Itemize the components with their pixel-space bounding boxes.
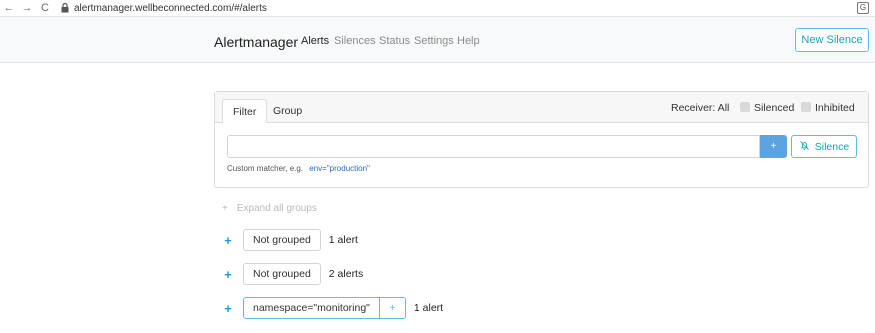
- bell-slash-icon: [799, 140, 810, 154]
- group-matcher-button: namespace="monitoring" +: [243, 297, 406, 319]
- group-label-button[interactable]: Not grouped: [243, 263, 321, 285]
- silence-button[interactable]: Silence: [791, 135, 857, 158]
- plus-icon: +: [222, 203, 228, 214]
- group-matcher-label[interactable]: namespace="monitoring": [244, 298, 380, 318]
- tab-group[interactable]: Group: [263, 99, 312, 123]
- alert-group: + Not grouped 2 alerts: [222, 263, 363, 285]
- forward-button[interactable]: →: [18, 0, 36, 17]
- inhibited-label: Inhibited: [815, 102, 855, 114]
- expand-group-icon[interactable]: +: [222, 267, 234, 282]
- app-navbar: Alertmanager Alerts Silences Status Sett…: [0, 17, 875, 63]
- silence-button-label: Silence: [814, 140, 850, 153]
- silenced-label: Silenced: [754, 102, 795, 114]
- nav-alerts[interactable]: Alerts: [301, 35, 329, 47]
- filter-input[interactable]: [227, 135, 760, 158]
- address-bar[interactable]: alertmanager.wellbeconnected.com/#/alert…: [74, 3, 267, 14]
- expand-group-icon[interactable]: +: [222, 233, 234, 248]
- reload-button[interactable]: C: [36, 0, 54, 17]
- new-silence-button[interactable]: New Silence: [795, 28, 869, 52]
- lock-icon: [60, 3, 70, 13]
- nav-help[interactable]: Help: [457, 35, 480, 47]
- nav-status[interactable]: Status: [379, 35, 410, 47]
- expand-group-icon[interactable]: +: [222, 301, 234, 316]
- alert-count: 2 alerts: [328, 268, 364, 280]
- expand-all-groups[interactable]: + Expand all groups: [222, 203, 317, 214]
- group-label-button[interactable]: Not grouped: [243, 229, 321, 251]
- back-button[interactable]: ←: [0, 0, 18, 17]
- hint-example: env="production": [309, 164, 370, 173]
- alert-count: 1 alert: [413, 302, 444, 314]
- silenced-checkbox[interactable]: [740, 102, 750, 112]
- browser-toolbar: ← → C alertmanager.wellbeconnected.com/#…: [0, 0, 875, 17]
- filter-card: Filter Group Receiver: All Silenced Inhi…: [214, 91, 869, 188]
- brand-logo[interactable]: Alertmanager: [214, 34, 298, 50]
- alert-group: + namespace="monitoring" + 1 alert: [222, 297, 443, 319]
- matcher-hint: Custom matcher, e.g. env="production": [227, 164, 370, 173]
- nav-silences[interactable]: Silences: [334, 35, 376, 47]
- receiver-selector[interactable]: Receiver: All: [671, 102, 729, 114]
- alert-group: + Not grouped 1 alert: [222, 229, 358, 251]
- add-matcher-to-filter-button[interactable]: +: [380, 298, 405, 318]
- nav-settings[interactable]: Settings: [414, 35, 454, 47]
- hint-text: Custom matcher, e.g.: [227, 164, 304, 173]
- filter-card-header: Filter Group Receiver: All Silenced Inhi…: [215, 92, 868, 123]
- tab-filter[interactable]: Filter: [222, 99, 268, 123]
- translate-icon[interactable]: G: [857, 2, 869, 14]
- add-matcher-button[interactable]: +: [760, 135, 787, 158]
- inhibited-checkbox[interactable]: [801, 102, 811, 112]
- alert-count: 1 alert: [328, 234, 358, 246]
- expand-all-label: Expand all groups: [236, 203, 317, 214]
